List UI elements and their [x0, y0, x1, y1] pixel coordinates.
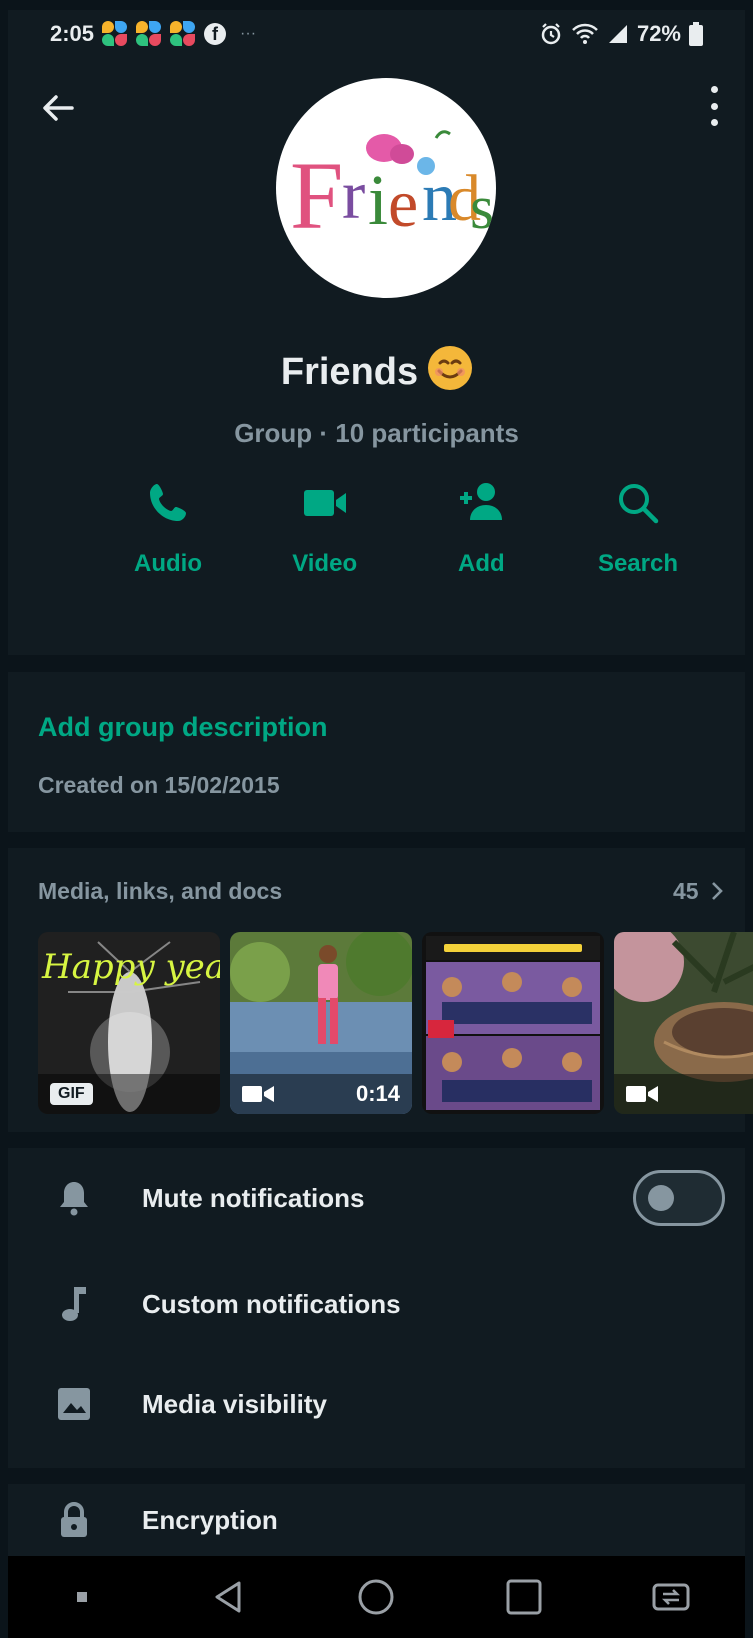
- custom-notifications-label: Custom notifications: [142, 1288, 401, 1319]
- screen-swap-icon[interactable]: [651, 1577, 691, 1617]
- video-badge: 0:14: [230, 1074, 412, 1114]
- facebook-icon: f: [204, 23, 227, 45]
- audio-label: Audio: [134, 550, 202, 577]
- smile-emoji-icon: [428, 346, 473, 390]
- group-avatar[interactable]: F r i e n d s: [276, 78, 496, 298]
- phone-icon: [150, 484, 186, 521]
- group-subtitle: Group · 10 participants: [234, 418, 519, 448]
- group-name: Friends: [8, 346, 745, 394]
- media-count: 45: [673, 878, 699, 904]
- media-thumbnails: Happy year GIF: [38, 932, 753, 1114]
- bell-icon: [54, 1178, 94, 1218]
- media-count-link[interactable]: 45: [673, 878, 725, 905]
- gif-tag: GIF: [50, 1083, 93, 1105]
- video-icon: [626, 1086, 658, 1102]
- svg-text:F: F: [290, 142, 343, 249]
- group-name-text: Friends: [280, 351, 419, 393]
- video-duration: 0:14: [355, 1081, 400, 1106]
- encryption-label: Encryption: [142, 1504, 278, 1535]
- back-triangle-icon[interactable]: [209, 1577, 249, 1617]
- gif-caption: Happy year: [41, 947, 220, 987]
- friends-logo-image: F r i e n d s: [290, 130, 494, 249]
- svg-text:i: i: [368, 160, 388, 240]
- add-group-description-link[interactable]: Add group description: [38, 712, 328, 743]
- search-label: Search: [597, 550, 678, 577]
- mute-notifications-row[interactable]: Mute notifications: [8, 1148, 745, 1248]
- battery-percent: 72%: [636, 21, 681, 46]
- created-date: Created on 15/02/2015: [38, 772, 280, 798]
- status-left: 2:05 f ···: [50, 21, 256, 47]
- add-label: Add: [457, 550, 505, 577]
- mute-notifications-label: Mute notifications: [142, 1182, 365, 1213]
- image-icon: [54, 1384, 94, 1424]
- video-icon: [242, 1086, 274, 1102]
- search-icon: [618, 484, 659, 524]
- encryption-section: Encryption: [8, 1484, 745, 1556]
- app-notification-icon: [170, 21, 196, 47]
- battery-icon: [689, 22, 703, 46]
- description-section: Add group description Created on 15/02/2…: [8, 672, 745, 832]
- wifi-icon: [572, 23, 598, 44]
- action-row: Audio Video Add Search: [103, 478, 703, 578]
- audio-call-button[interactable]: Audio: [103, 478, 233, 578]
- search-button[interactable]: Search: [573, 478, 703, 578]
- mute-toggle[interactable]: [633, 1170, 725, 1226]
- more-notifications-indicator: ···: [240, 25, 257, 42]
- encryption-row[interactable]: Encryption: [8, 1484, 745, 1556]
- video-call-button[interactable]: Video: [260, 478, 390, 578]
- small-square-icon[interactable]: [62, 1577, 102, 1617]
- media-visibility-row[interactable]: Media visibility: [8, 1354, 745, 1454]
- alarm-icon: [541, 23, 561, 45]
- media-section: Media, links, and docs 45 Happy year GIF: [8, 848, 753, 1132]
- app-notification-icon: [102, 21, 128, 47]
- system-nav-bar: [8, 1556, 745, 1638]
- svg-text:s: s: [470, 174, 494, 242]
- video-badge: 1: [614, 1074, 753, 1114]
- home-circle-icon[interactable]: [356, 1577, 396, 1617]
- recents-square-icon[interactable]: [504, 1577, 544, 1617]
- meme-image: [422, 932, 604, 1114]
- svg-text:r: r: [342, 157, 365, 234]
- back-arrow-icon[interactable]: [38, 88, 78, 128]
- add-participant-button[interactable]: Add: [416, 478, 546, 578]
- video-camera-icon: [303, 490, 346, 516]
- lock-icon: [54, 1500, 94, 1540]
- group-info-screen: 2:05 f ··· 72% F r i e n d s Friends Gro…: [0, 0, 753, 1638]
- svg-text:e: e: [388, 165, 418, 241]
- gif-badge: GIF: [38, 1074, 220, 1114]
- app-notification-icon: [136, 21, 162, 47]
- status-time: 2:05: [50, 21, 95, 46]
- media-header[interactable]: Media, links, and docs 45: [38, 878, 725, 905]
- status-bar: 2:05 f ··· 72%: [8, 10, 745, 58]
- media-heading: Media, links, and docs: [38, 878, 283, 904]
- media-thumb-gif[interactable]: Happy year GIF: [38, 932, 220, 1114]
- video-label: Video: [292, 550, 358, 577]
- music-note-icon: [54, 1284, 94, 1324]
- custom-notifications-row[interactable]: Custom notifications: [8, 1254, 745, 1354]
- add-person-icon: [460, 483, 503, 520]
- media-thumb-video[interactable]: 0:14: [230, 932, 412, 1114]
- more-options-icon[interactable]: [707, 86, 721, 126]
- status-right: 72%: [539, 21, 703, 47]
- settings-list: Mute notifications Custom notifications …: [8, 1148, 745, 1468]
- media-thumb-video-2[interactable]: 1: [614, 932, 753, 1114]
- media-visibility-label: Media visibility: [142, 1388, 327, 1419]
- signal-icon: [608, 25, 627, 43]
- chevron-right-icon: [712, 882, 723, 900]
- group-header: F r i e n d s Friends Group · 10 partici…: [8, 58, 745, 655]
- media-thumb-image[interactable]: [422, 932, 604, 1114]
